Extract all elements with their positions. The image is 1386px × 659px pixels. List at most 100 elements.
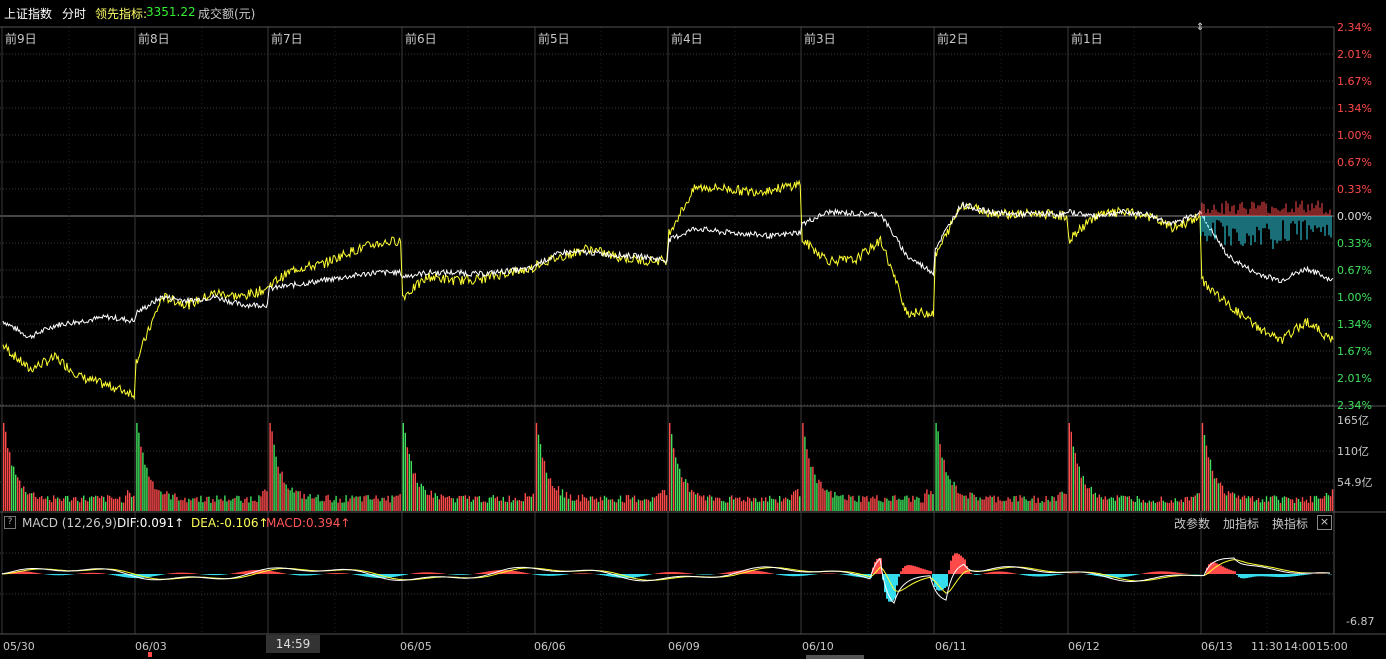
macd-histogram-bar bbox=[1030, 574, 1032, 577]
volume-bar bbox=[168, 493, 170, 511]
macd-histogram-bar bbox=[942, 574, 944, 590]
macd-histogram-bar bbox=[974, 574, 976, 575]
volume-bar bbox=[218, 499, 220, 511]
volume-bar bbox=[1295, 497, 1298, 511]
macd-histogram-bar bbox=[928, 570, 930, 575]
volume-bar bbox=[383, 497, 385, 511]
volume-bar bbox=[1092, 494, 1094, 511]
switch-indicator-button[interactable]: 换指标 bbox=[1272, 515, 1308, 532]
macd-histogram-bar bbox=[1262, 574, 1264, 577]
volume-bar bbox=[769, 495, 771, 511]
volume-bar bbox=[133, 495, 135, 511]
volume-bar bbox=[973, 494, 975, 511]
volume-bar bbox=[719, 498, 721, 511]
macd-histogram-bar bbox=[298, 574, 300, 576]
macd-histogram-bar bbox=[1256, 574, 1258, 577]
volume-bar bbox=[1317, 498, 1320, 511]
add-indicator-button[interactable]: 加指标 bbox=[1223, 515, 1259, 532]
price-axis-zero: 0.00% bbox=[1337, 210, 1372, 223]
volume-bar bbox=[532, 493, 534, 511]
volume-bar bbox=[246, 497, 248, 511]
volume-bar bbox=[745, 501, 747, 511]
volume-bar bbox=[725, 502, 727, 511]
volume-bar bbox=[295, 490, 297, 511]
volume-bar bbox=[930, 491, 932, 511]
volume-bar bbox=[749, 498, 751, 511]
scrollbar-thumb[interactable] bbox=[806, 655, 864, 659]
volume-bar bbox=[1088, 488, 1090, 511]
volume-bar bbox=[866, 496, 868, 511]
volume-bar bbox=[460, 496, 462, 511]
volume-bar bbox=[1027, 501, 1029, 511]
macd-histogram-bar bbox=[782, 574, 784, 576]
volume-bar bbox=[679, 468, 681, 511]
macd-histogram-bar bbox=[34, 572, 36, 575]
volume-bar bbox=[504, 501, 506, 511]
macd-histogram-bar bbox=[154, 574, 156, 576]
volume-bar bbox=[518, 500, 520, 511]
macd-histogram-bar bbox=[1120, 574, 1122, 578]
macd-histogram-bar bbox=[1156, 571, 1158, 574]
volume-bar bbox=[412, 473, 414, 511]
volume-bar bbox=[1309, 495, 1312, 511]
macd-histogram-bar bbox=[538, 574, 540, 576]
intraday-chart[interactable]: 前9日 前8日 前7日 前6日 前5日 前4日 前3日 前2日 前1日 2.34% 2.01% 1.6… bbox=[0, 0, 1386, 659]
macd-histogram-bar bbox=[46, 574, 48, 575]
volume-bar bbox=[311, 498, 313, 511]
volume-bar bbox=[1323, 496, 1326, 511]
volume-bar bbox=[997, 496, 999, 511]
macd-histogram-bar bbox=[786, 574, 788, 576]
volume-bar bbox=[1221, 485, 1224, 511]
macd-histogram-bar bbox=[148, 574, 150, 578]
macd-title[interactable]: MACD (12,26,9) bbox=[22, 516, 117, 530]
macd-histogram-bar bbox=[1306, 574, 1308, 575]
macd-histogram-bar bbox=[1222, 566, 1224, 575]
help-icon[interactable]: ? bbox=[4, 516, 16, 529]
macd-histogram-bar bbox=[1008, 572, 1010, 574]
volume-bar bbox=[1005, 500, 1007, 511]
volume-bar bbox=[633, 495, 636, 511]
volume-bar bbox=[1031, 498, 1033, 511]
macd-histogram-bar bbox=[1226, 568, 1228, 574]
volume-bar bbox=[61, 500, 63, 511]
volume-bar bbox=[603, 495, 606, 511]
macd-histogram-bar bbox=[606, 574, 608, 576]
volume-bar bbox=[1247, 496, 1250, 511]
volume-bar bbox=[228, 499, 230, 511]
volume-bar bbox=[63, 498, 65, 511]
macd-histogram-bar bbox=[800, 574, 802, 576]
volume-bar bbox=[31, 493, 33, 511]
volume-bar bbox=[589, 496, 592, 511]
macd-histogram-bar bbox=[664, 572, 666, 574]
volume-bar bbox=[37, 498, 39, 511]
macd-histogram-bar bbox=[414, 573, 416, 575]
volume-bar bbox=[949, 479, 951, 511]
volume-bar bbox=[315, 497, 317, 511]
volume-bar bbox=[830, 490, 832, 511]
macd-histogram-bar bbox=[22, 571, 24, 575]
macd-histogram-bar bbox=[418, 572, 420, 574]
change-params-button[interactable]: 改参数 bbox=[1174, 515, 1210, 532]
volume-bar bbox=[119, 496, 121, 511]
volume-bar bbox=[579, 501, 582, 511]
volume-bar bbox=[75, 497, 77, 511]
volume-bar bbox=[117, 498, 119, 511]
volume-bar bbox=[1106, 499, 1108, 511]
volume-bar bbox=[563, 497, 566, 511]
volume-bar bbox=[232, 498, 234, 511]
close-icon[interactable]: × bbox=[1317, 515, 1332, 530]
volume-bar bbox=[1134, 502, 1136, 511]
volume-bar bbox=[1039, 502, 1041, 511]
macd-histogram-bar bbox=[152, 574, 154, 577]
macd-histogram-bar bbox=[1224, 567, 1226, 574]
macd-histogram-bar bbox=[784, 574, 786, 576]
volume-bar bbox=[192, 498, 194, 511]
macd-histogram-bar bbox=[180, 572, 182, 575]
volume-bar bbox=[699, 495, 701, 511]
volume-bar bbox=[763, 501, 765, 511]
volume-bar bbox=[194, 498, 196, 511]
macd-histogram-bar bbox=[36, 572, 38, 575]
volume-bar bbox=[430, 490, 432, 511]
macd-histogram-bar bbox=[1154, 571, 1156, 575]
volume-bar bbox=[299, 491, 301, 511]
